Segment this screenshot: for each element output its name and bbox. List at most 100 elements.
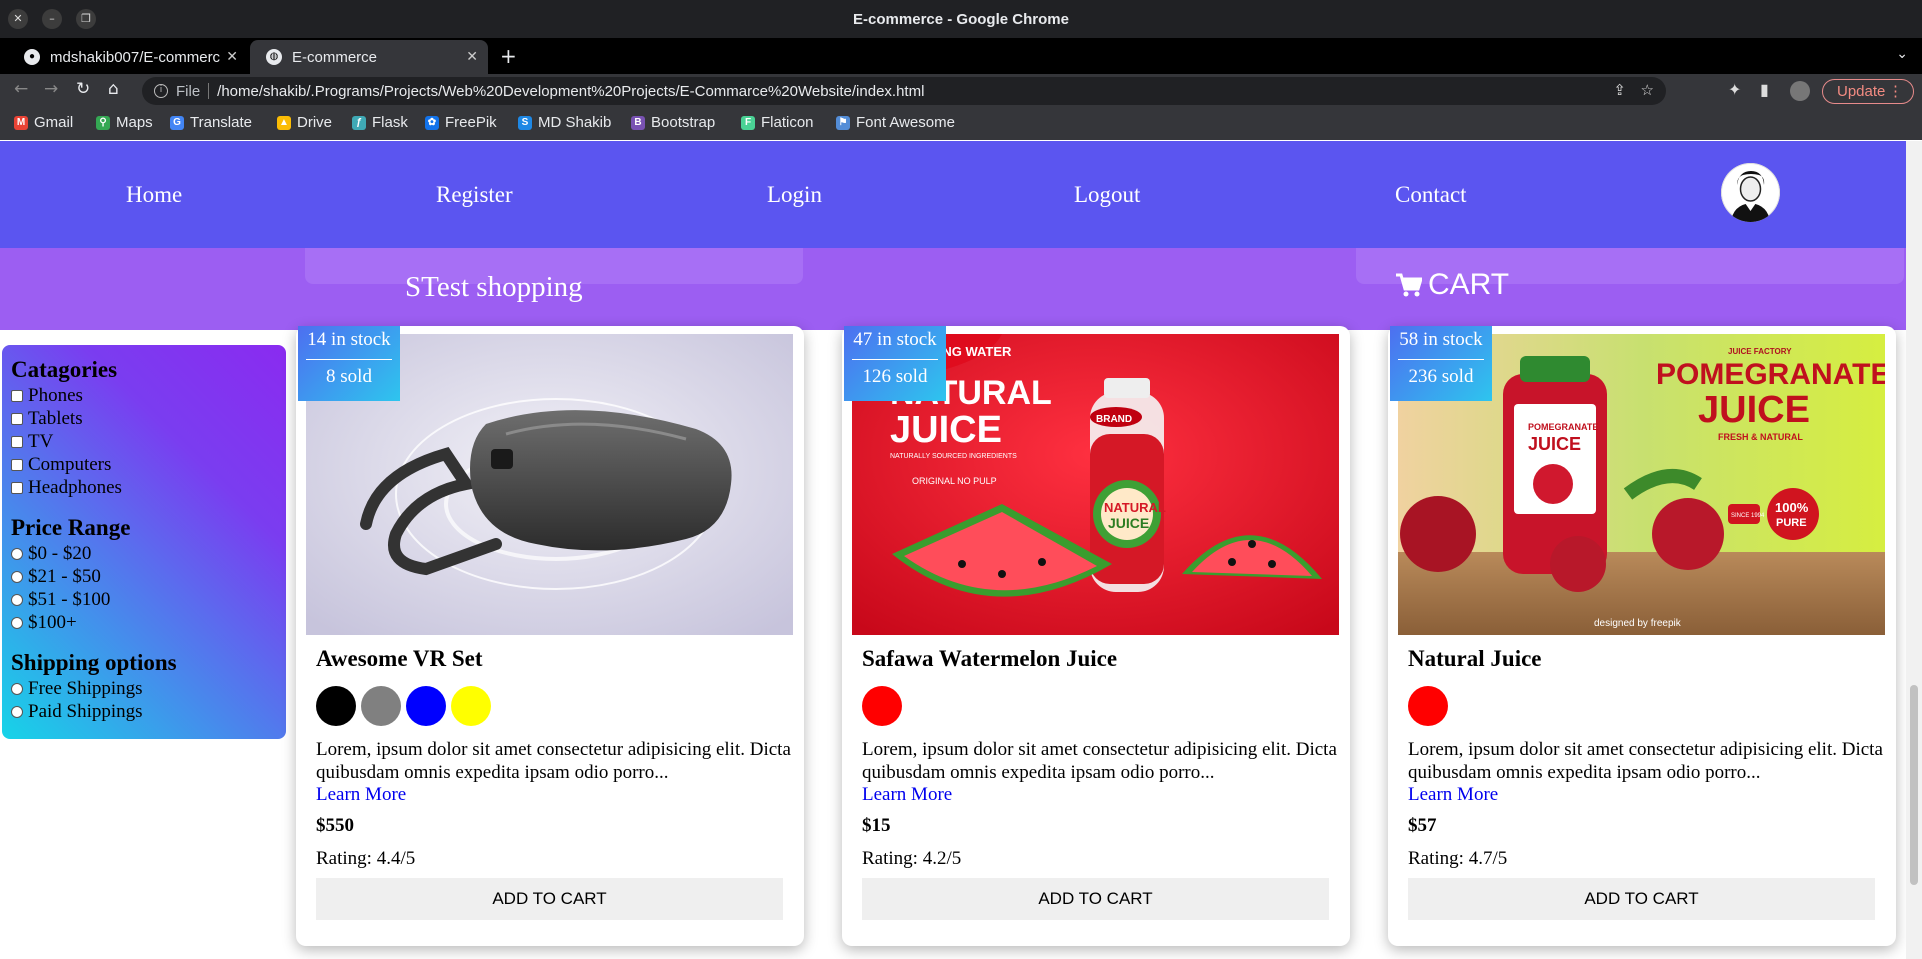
bookmark-gmail[interactable]: M Gmail [14, 114, 73, 131]
bookmark-translate[interactable]: G Translate [170, 114, 252, 131]
bookmark-flask[interactable]: ƒ Flask [352, 114, 408, 131]
bookmark-bootstrap[interactable]: B Bootstrap [631, 114, 715, 131]
category-checkbox[interactable] [11, 389, 23, 402]
product-card: SPRING WATER NATURAL JUICE NATURALLY SOU… [842, 326, 1350, 946]
tab-ecommerce[interactable]: ◍ E-commerce ✕ [250, 40, 488, 74]
profile-avatar[interactable] [1790, 81, 1810, 101]
tab-github[interactable]: ● mdshakib007/E-commerce ✕ [8, 40, 248, 74]
image-text: BRAND [1096, 414, 1132, 425]
cart-button[interactable]: CART [1396, 268, 1509, 302]
category-option[interactable]: Tablets [11, 407, 277, 430]
nav-home-link[interactable]: Home [126, 182, 182, 208]
product-price: $15 [862, 815, 891, 836]
bookmark-drive[interactable]: ▲ Drive [277, 114, 332, 131]
bookmark-freepik[interactable]: ✿ FreePik [425, 114, 497, 131]
color-swatch-red[interactable] [862, 686, 902, 726]
category-option[interactable]: Headphones [11, 476, 277, 499]
category-option[interactable]: Computers [11, 453, 277, 476]
new-tab-icon[interactable]: + [500, 44, 517, 68]
flaticon-icon: F [741, 115, 755, 130]
category-checkbox[interactable] [11, 435, 23, 448]
bookmark-label: Drive [297, 114, 333, 131]
category-checkbox[interactable] [11, 412, 23, 425]
price-radio[interactable] [11, 547, 23, 560]
stock-badge: 47 in stock 126 sold [844, 326, 946, 401]
image-text: 100% [1775, 500, 1809, 515]
tab-label: E-commerce [292, 48, 378, 66]
bookmark-font-awesome[interactable]: ⚑ Font Awesome [836, 114, 955, 131]
option-label: TV [28, 431, 54, 452]
forward-icon[interactable]: → [44, 79, 58, 99]
side-panel-icon[interactable]: ▮ [1760, 80, 1769, 99]
learn-more-link[interactable]: Learn More [862, 784, 952, 806]
learn-more-link[interactable]: Learn More [1408, 784, 1498, 806]
bookmark-star-icon[interactable]: ☆ [1641, 81, 1654, 99]
sold-count: 236 sold [1408, 366, 1474, 387]
shipping-option[interactable]: Paid Shippings [11, 700, 277, 723]
price-radio[interactable] [11, 593, 23, 606]
browser-toolbar: ← → ↻ ⌂ i File /home/shakib/.Programs/Pr… [0, 74, 1922, 108]
product-description: Lorem, ipsum dolor sit amet consectetur … [1408, 739, 1883, 783]
close-tab-icon[interactable]: ✕ [226, 49, 238, 65]
nav-login-link[interactable]: Login [767, 182, 822, 208]
cart-label: CART [1428, 268, 1510, 301]
sold-count: 8 sold [326, 366, 372, 387]
price-option[interactable]: $100+ [11, 611, 277, 634]
learn-more-link[interactable]: Learn More [316, 784, 406, 806]
shop-header: STest shopping CART [0, 248, 1906, 330]
color-swatch-blue[interactable] [406, 686, 446, 726]
scrollbar-thumb[interactable] [1910, 685, 1918, 885]
product-rating: Rating: 4.2/5 [862, 848, 962, 869]
product-description: Lorem, ipsum dolor sit amet consectetur … [862, 739, 1337, 783]
product-name: Safawa Watermelon Juice [862, 646, 1118, 671]
bootstrap-icon: B [631, 115, 645, 130]
close-tab-icon[interactable]: ✕ [466, 49, 478, 65]
shipping-radio[interactable] [11, 705, 23, 718]
add-to-cart-button[interactable]: ADD TO CART [862, 878, 1329, 920]
category-checkbox[interactable] [11, 481, 23, 494]
bookmark-label: MD Shakib [538, 114, 612, 131]
color-swatch-red[interactable] [1408, 686, 1448, 726]
nav-logout-link[interactable]: Logout [1074, 182, 1140, 208]
share-icon[interactable]: ⇪ [1613, 81, 1626, 99]
shipping-heading: Shipping options [11, 650, 177, 675]
update-button[interactable]: Update ⋮ [1822, 79, 1914, 104]
price-option[interactable]: $51 - $100 [11, 588, 277, 611]
home-icon[interactable]: ⌂ [108, 79, 119, 99]
price-option[interactable]: $21 - $50 [11, 565, 277, 588]
image-text: FRESH & NATURAL [1718, 432, 1803, 442]
extensions-icon[interactable]: ✦ [1728, 80, 1741, 99]
user-avatar[interactable] [1721, 163, 1780, 222]
category-option[interactable]: Phones [11, 384, 277, 407]
page-scrollbar[interactable] [1906, 141, 1922, 959]
tab-search-chevron-icon[interactable]: ⌄ [1896, 46, 1908, 62]
option-label: $51 - $100 [28, 589, 111, 610]
window-title: E-commerce - Google Chrome [853, 11, 1069, 28]
address-bar[interactable]: i File /home/shakib/.Programs/Projects/W… [142, 77, 1666, 105]
category-option[interactable]: TV [11, 430, 277, 453]
bookmark-flaticon[interactable]: F Flaticon [741, 114, 814, 131]
price-radio[interactable] [11, 616, 23, 629]
add-to-cart-button[interactable]: ADD TO CART [1408, 878, 1875, 920]
price-range-heading: Price Range [11, 515, 131, 540]
bookmark-md-shakib[interactable]: S MD Shakib [518, 114, 611, 131]
reload-icon[interactable]: ↻ [76, 79, 90, 99]
price-radio[interactable] [11, 570, 23, 583]
add-to-cart-button[interactable]: ADD TO CART [316, 878, 783, 920]
back-icon[interactable]: ← [14, 79, 28, 99]
bookmark-maps[interactable]: ⚲ Maps [96, 114, 153, 131]
color-swatch-gray[interactable] [361, 686, 401, 726]
color-swatch-black[interactable] [316, 686, 356, 726]
shipping-option[interactable]: Free Shippings [11, 677, 277, 700]
color-swatch-yellow[interactable] [451, 686, 491, 726]
site-info-icon[interactable]: i [154, 84, 168, 98]
category-checkbox[interactable] [11, 458, 23, 471]
stock-count: 47 in stock [852, 326, 938, 360]
filter-sidebar: Catagories Phones Tablets TV Computers H… [2, 345, 286, 739]
shipping-radio[interactable] [11, 682, 23, 695]
nav-contact-link[interactable]: Contact [1395, 182, 1467, 208]
url-text[interactable]: /home/shakib/.Programs/Projects/Web%20De… [217, 83, 924, 100]
nav-register-link[interactable]: Register [436, 182, 513, 208]
maps-icon: ⚲ [96, 115, 110, 130]
price-option[interactable]: $0 - $20 [11, 542, 277, 565]
